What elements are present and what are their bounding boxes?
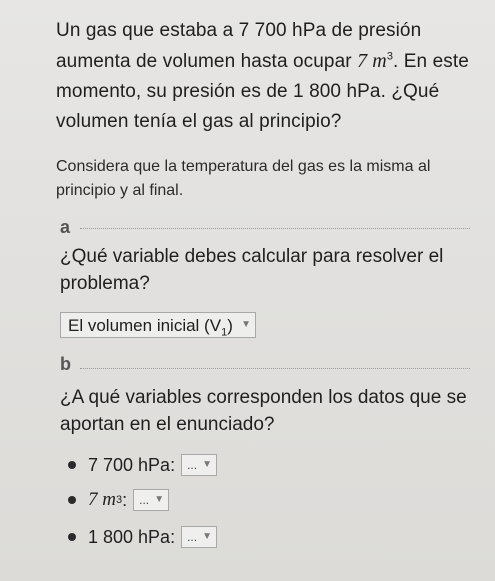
question-text: Un gas que estaba a 7 700 hPa de presión… bbox=[56, 16, 476, 137]
volume-final-dropdown[interactable]: ... ▼ bbox=[133, 489, 170, 511]
data-item-volume-final: 7 m3: ... ▼ bbox=[68, 487, 170, 513]
part-a-label: a bbox=[60, 217, 71, 237]
data-item-colon: : bbox=[122, 490, 128, 510]
dropdown-placeholder: ... bbox=[187, 458, 198, 472]
initial-volume-select[interactable]: El volumen inicial (V1) ▼ bbox=[60, 312, 256, 338]
chevron-down-icon: ▼ bbox=[202, 531, 213, 542]
problem-statement: Un gas que estaba a 7 700 hPa de presión… bbox=[56, 16, 476, 203]
data-item-label: 1 800 hPa: bbox=[88, 527, 176, 547]
chevron-down-icon: ▼ bbox=[154, 494, 165, 505]
chevron-down-icon: ▼ bbox=[202, 459, 213, 470]
pressure-final-dropdown[interactable]: ... ▼ bbox=[181, 526, 218, 548]
hint-text: Considera que la temperatura del gas es … bbox=[56, 158, 431, 199]
part-a-divider bbox=[80, 228, 470, 229]
bullet-dot bbox=[68, 533, 76, 541]
volume-value: 7 m bbox=[357, 50, 387, 72]
pressure-initial-dropdown[interactable]: ... ▼ bbox=[181, 454, 218, 476]
part-b-question: ¿A qué variables corresponden los datos … bbox=[60, 387, 467, 435]
data-item-pressure-final: 1 800 hPa: ... ▼ bbox=[68, 524, 218, 550]
part-b-divider bbox=[80, 368, 470, 369]
data-item-pressure-initial: 7 700 hPa: ... ▼ bbox=[68, 452, 218, 478]
part-b-label: b bbox=[60, 354, 71, 374]
chevron-down-icon: ▼ bbox=[241, 319, 251, 330]
dropdown-placeholder: ... bbox=[139, 493, 150, 507]
select-close: ) bbox=[227, 316, 233, 335]
data-item-label: 7 700 hPa: bbox=[88, 455, 176, 475]
bullet-dot bbox=[68, 496, 76, 504]
data-item-label: 7 m bbox=[88, 489, 116, 510]
dropdown-placeholder: ... bbox=[187, 530, 198, 544]
select-value: El volumen inicial (V bbox=[68, 316, 222, 335]
part-a-question: ¿Qué variable debes calcular para resolv… bbox=[60, 246, 444, 294]
bullet-dot bbox=[68, 461, 76, 469]
